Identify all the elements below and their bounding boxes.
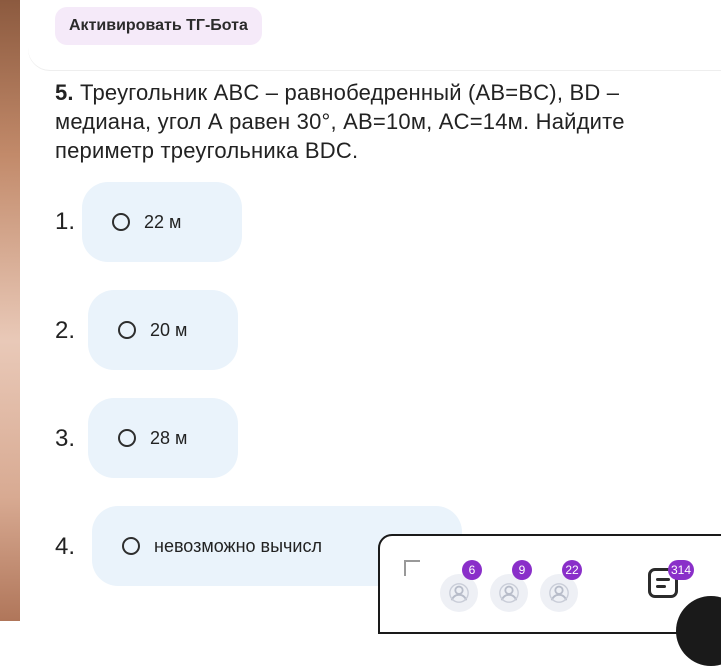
option-3-number: 3. [55, 425, 76, 452]
background-photo-edge [0, 0, 20, 621]
participant-group-2[interactable]: 9 [490, 560, 534, 612]
notes-count-badge: 314 [668, 560, 694, 580]
floating-toolbar: 6 9 22 314 [378, 534, 721, 666]
activate-tg-bot-button[interactable]: Активировать ТГ-Бота [55, 7, 262, 45]
question-text: 5. Треугольник ABC – равнобедренный (AB=… [55, 78, 715, 165]
option-4-label: невозможно вычисл [154, 535, 322, 556]
question-body: Треугольник ABC – равнобедренный (AB=BC)… [55, 80, 625, 163]
option-3[interactable]: 28 м [88, 398, 238, 478]
option-2-label: 20 м [150, 319, 188, 340]
floating-action-button[interactable] [676, 596, 721, 666]
radio-icon[interactable] [112, 213, 130, 231]
participant-group-3[interactable]: 22 [540, 560, 584, 612]
expand-corner-icon[interactable] [404, 560, 420, 576]
count-badge: 6 [462, 560, 482, 580]
option-2-number: 2. [55, 317, 76, 344]
count-badge: 9 [512, 560, 532, 580]
option-1[interactable]: 22 м [82, 182, 242, 262]
radio-icon[interactable] [118, 429, 136, 447]
radio-icon[interactable] [122, 537, 140, 555]
option-2[interactable]: 20 м [88, 290, 238, 370]
participant-group-1[interactable]: 6 [440, 560, 484, 612]
option-4-number: 4. [55, 533, 76, 560]
option-1-label: 22 м [144, 211, 182, 232]
option-3-label: 28 м [150, 427, 188, 448]
count-badge: 22 [562, 560, 582, 580]
question-number: 5. [55, 80, 74, 105]
option-1-number: 1. [55, 208, 76, 235]
radio-icon[interactable] [118, 321, 136, 339]
